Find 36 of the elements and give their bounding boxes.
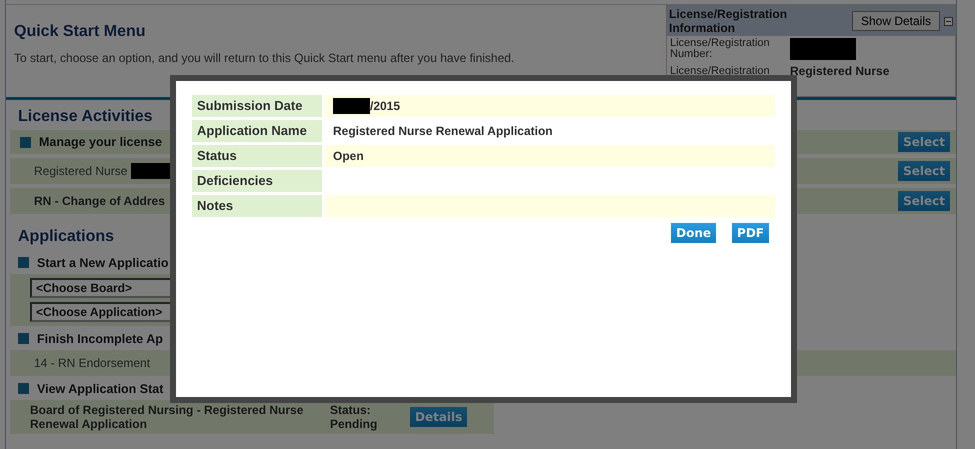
select-button[interactable]: Select xyxy=(898,132,950,152)
section-title: License Activities xyxy=(17,107,153,127)
bullet-icon xyxy=(18,257,29,268)
dialog-button[interactable]: Done xyxy=(671,223,716,243)
status-text: Status: Pending xyxy=(330,403,378,431)
detail-label: Status xyxy=(192,145,322,167)
page-title: Quick Start Menu xyxy=(14,23,147,41)
group-heading: View Application Stat xyxy=(37,382,164,396)
select-button[interactable]: Select xyxy=(898,191,950,211)
select-button[interactable]: Select xyxy=(898,161,950,181)
field-label: License/Registration xyxy=(670,66,771,76)
field-value: Registered Nurse xyxy=(790,64,890,78)
show-details-button[interactable]: Show Details xyxy=(852,11,940,31)
detail-value: Registered Nurse Renewal Application xyxy=(332,123,554,140)
detail-value: /2015 xyxy=(325,95,775,117)
detail-label: Submission Date xyxy=(192,95,322,117)
dialog-button[interactable]: PDF xyxy=(732,223,769,243)
detail-label: Notes xyxy=(192,195,322,217)
section-title: Applications xyxy=(17,227,114,247)
panel-title: License/Registration Information xyxy=(669,7,788,35)
field-label: License/Registration Number: xyxy=(670,38,771,60)
detail-value: Open xyxy=(325,145,775,167)
detail-label: Application Name xyxy=(192,120,322,142)
application-name: Board of Registered Nursing - Registered Nurse Renewal Application xyxy=(30,403,304,431)
bullet-icon xyxy=(18,333,29,344)
collapse-icon[interactable] xyxy=(944,16,953,26)
bullet-icon xyxy=(18,383,29,394)
group-heading: Start a New Applicatio xyxy=(37,256,169,270)
instructions-text: To start, choose an option, and you will return to this Quick Start menu after you have finished. xyxy=(14,51,516,65)
detail-label: Deficiencies xyxy=(192,170,322,192)
row-text: Registered Nurse xyxy=(33,164,128,178)
row-text: Manage your license xyxy=(39,135,162,149)
bullet-icon xyxy=(20,136,31,148)
row-text: RN - Change of Addres xyxy=(33,194,165,208)
details-button[interactable]: Details xyxy=(410,407,468,427)
group-heading: Finish Incomplete Ap xyxy=(37,332,163,346)
